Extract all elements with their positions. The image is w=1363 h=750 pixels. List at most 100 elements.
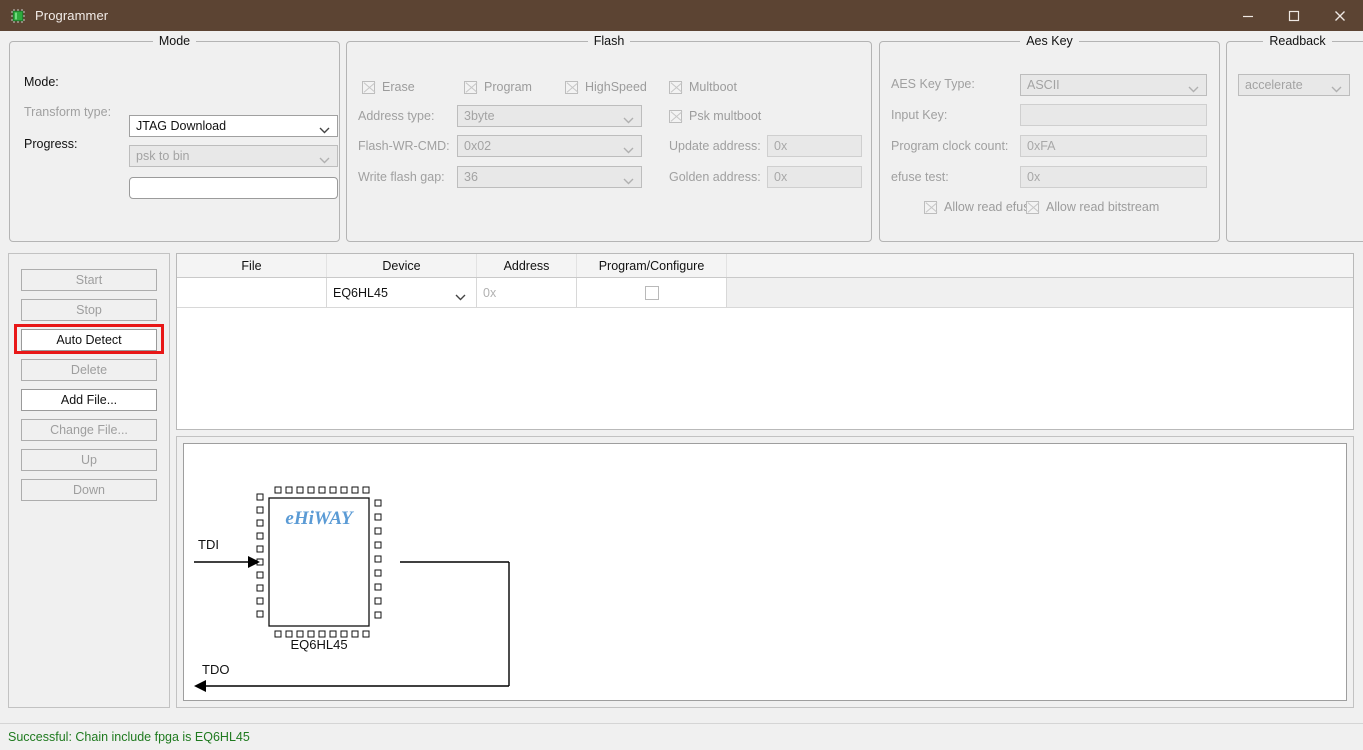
efuse-test-value: 0x (1027, 170, 1041, 184)
golden-address-value: 0x (774, 170, 788, 184)
table-header-device[interactable]: Device (327, 254, 477, 277)
jtag-chain-diagram-panel: eHiWAY EQ6HL45 TDI TDO (176, 436, 1354, 708)
checkbox-erase[interactable]: Erase (362, 80, 415, 94)
down-button[interactable]: Down (21, 479, 157, 501)
jtag-chain-canvas: eHiWAY EQ6HL45 TDI TDO (183, 443, 1347, 701)
readback-group-legend: Readback (1227, 34, 1363, 48)
aes-key-type-label: AES Key Type: (891, 77, 975, 91)
table-header-program-configure[interactable]: Program/Configure (577, 254, 727, 277)
tdi-arrowhead (248, 556, 260, 568)
program-clock-count-input[interactable]: 0xFA (1020, 135, 1207, 157)
change-file-button-label: Change File... (50, 423, 128, 437)
checkbox-box (362, 80, 375, 94)
write-flash-gap-label: Write flash gap: (358, 170, 445, 184)
transform-type-label: Transform type: (24, 105, 112, 119)
progress-bar (129, 177, 338, 199)
program-clock-count-label: Program clock count: (891, 139, 1009, 153)
transform-type-select[interactable]: psk to bin (129, 145, 338, 167)
table-header-filler (727, 254, 1353, 277)
status-bar: Successful: Chain include fpga is EQ6HL4… (0, 723, 1363, 750)
checkbox-highspeed[interactable]: HighSpeed (565, 80, 647, 94)
mode-label: Mode: (24, 75, 59, 89)
readback-select[interactable]: accelerate (1238, 74, 1350, 96)
write-flash-gap-value: 36 (464, 170, 478, 184)
chevron-down-icon (1331, 82, 1342, 93)
aes-key-group: Aes Key AES Key Type: ASCII Input Key: P… (879, 34, 1220, 242)
up-button-label: Up (81, 453, 97, 467)
checkbox-box (464, 80, 477, 94)
mode-select-value: JTAG Download (136, 119, 227, 133)
transform-type-value: psk to bin (136, 149, 190, 163)
checkbox-allow-read-bitstream[interactable]: Allow read bitstream (1026, 200, 1159, 214)
table-header-row: File Device Address Program/Configure (177, 254, 1353, 278)
checkbox-box (669, 109, 682, 123)
chevron-down-icon (455, 289, 466, 300)
checkbox-allow-read-efuse[interactable]: Allow read efuse (924, 200, 1036, 214)
update-address-label: Update address: (669, 139, 761, 153)
start-button-label: Start (75, 273, 103, 287)
flash-group: Flash Erase Program HighSpeed Multboot P… (346, 34, 872, 242)
write-flash-gap-select[interactable]: 36 (457, 166, 642, 188)
address-type-value: 3byte (464, 109, 495, 123)
checkbox-box (1026, 200, 1039, 214)
title-bar: Programmer (0, 0, 1363, 31)
flash-wr-cmd-select[interactable]: 0x02 (457, 135, 642, 157)
efuse-test-label: efuse test: (891, 170, 949, 184)
chevron-down-icon (1188, 82, 1199, 93)
mode-group-legend: Mode (10, 34, 339, 48)
address-input-placeholder: 0x (483, 285, 497, 300)
up-button[interactable]: Up (21, 449, 157, 471)
add-file-button-label: Add File... (60, 393, 118, 407)
device-select[interactable]: EQ6HL45 (327, 278, 476, 307)
chevron-down-icon (319, 123, 330, 134)
checkbox-multboot[interactable]: Multboot (669, 80, 737, 94)
progress-label: Progress: (24, 137, 78, 151)
program-configure-checkbox[interactable] (644, 285, 659, 300)
delete-button[interactable]: Delete (21, 359, 157, 381)
checkbox-allow-read-bitstream-label: Allow read bitstream (1046, 200, 1160, 214)
mode-group: Mode Mode: JTAG Download Transform type:… (9, 34, 340, 242)
jtag-chain-svg: eHiWAY EQ6HL45 TDI TDO (194, 486, 510, 692)
aes-key-type-value: ASCII (1027, 78, 1060, 92)
checkbox-psk-multboot[interactable]: Psk multboot (669, 109, 761, 123)
table-header-address[interactable]: Address (477, 254, 577, 277)
stop-button[interactable]: Stop (21, 299, 157, 321)
address-type-label: Address type: (358, 109, 435, 123)
action-button-panel: Start Stop Auto Detect Delete Add File..… (8, 253, 170, 708)
start-button[interactable]: Start (21, 269, 157, 291)
table-row[interactable]: EQ6HL45 0x (177, 278, 1353, 308)
auto-detect-button[interactable]: Auto Detect (21, 329, 157, 351)
aes-key-type-select[interactable]: ASCII (1020, 74, 1207, 96)
table-cell-program-configure[interactable] (577, 278, 727, 307)
checkbox-program[interactable]: Program (464, 80, 532, 94)
close-icon[interactable] (1317, 0, 1363, 31)
window-title: Programmer (35, 8, 109, 23)
tdo-arrowhead (194, 680, 206, 692)
address-type-select[interactable]: 3byte (457, 105, 642, 127)
change-file-button[interactable]: Change File... (21, 419, 157, 441)
stop-button-label: Stop (76, 303, 102, 317)
checkbox-box (565, 80, 578, 94)
device-select-value: EQ6HL45 (333, 285, 388, 300)
checkbox-highspeed-label: HighSpeed (585, 80, 647, 94)
checkbox-psk-multboot-label: Psk multboot (689, 109, 762, 123)
input-key-input[interactable] (1020, 104, 1207, 126)
checkbox-multboot-label: Multboot (689, 80, 737, 94)
golden-address-input[interactable]: 0x (767, 166, 862, 188)
efuse-test-input[interactable]: 0x (1020, 166, 1207, 188)
chip-pins-left (256, 493, 264, 618)
add-file-button[interactable]: Add File... (21, 389, 157, 411)
tdo-label: TDO (202, 662, 229, 677)
chevron-down-icon (623, 174, 634, 185)
table-header-file[interactable]: File (177, 254, 327, 277)
table-cell-device[interactable]: EQ6HL45 (327, 278, 477, 307)
minimize-icon[interactable] (1225, 0, 1271, 31)
checkbox-box (924, 200, 937, 214)
chip-name-label: EQ6HL45 (290, 637, 347, 652)
table-cell-filler (727, 278, 1353, 307)
table-cell-file[interactable] (177, 278, 327, 307)
table-cell-address[interactable]: 0x (477, 278, 577, 307)
maximize-icon[interactable] (1271, 0, 1317, 31)
update-address-input[interactable]: 0x (767, 135, 862, 157)
mode-select[interactable]: JTAG Download (129, 115, 338, 137)
